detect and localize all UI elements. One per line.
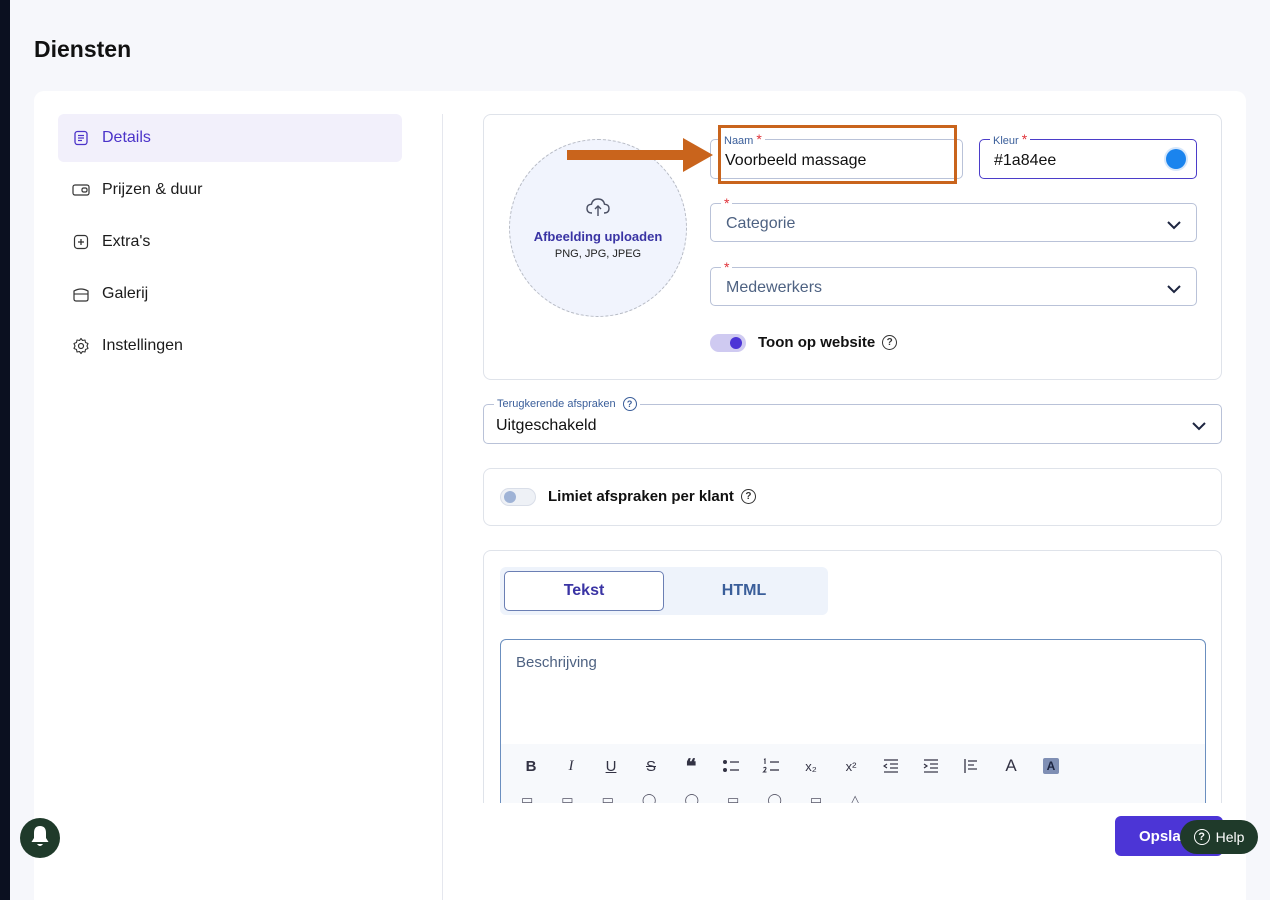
plus-square-icon — [72, 233, 90, 251]
toggle-knob — [504, 491, 516, 503]
help-button[interactable]: ? Help — [1180, 820, 1258, 854]
notifications-button[interactable] — [20, 818, 60, 858]
bullet-list-button[interactable] — [711, 752, 751, 780]
medewerkers-select[interactable]: * Medewerkers — [710, 260, 1197, 306]
bold-button[interactable]: B — [511, 752, 551, 780]
color-swatch[interactable] — [1166, 149, 1186, 169]
highlight-button[interactable]: A — [1031, 752, 1071, 780]
sidebar-item-instellingen[interactable]: Instellingen — [58, 322, 402, 370]
description-placeholder: Beschrijving — [516, 654, 597, 671]
sidebar-item-label: Details — [102, 129, 151, 146]
help-label: Help — [1215, 829, 1245, 845]
terugkerende-afspraken-select[interactable]: Terugkerende afspraken ? Uitgeschakeld — [483, 397, 1222, 444]
help-circle-icon[interactable]: ? — [622, 397, 637, 411]
toolbar-tool-icon[interactable]: ▭ — [810, 792, 822, 803]
upload-title: Afbeelding uploaden — [533, 229, 663, 244]
categorie-select[interactable]: * Categorie — [710, 196, 1197, 242]
editor-tabs: Tekst HTML — [500, 567, 828, 615]
gear-icon — [72, 337, 90, 355]
terugkerende-value: Uitgeschakeld — [496, 417, 597, 434]
chevron-down-icon — [1191, 418, 1207, 436]
subscript-button[interactable]: x₂ — [791, 752, 831, 780]
toolbar-tool-icon[interactable]: ◯ — [684, 792, 699, 803]
gallery-icon — [72, 285, 90, 303]
toggle-knob — [730, 337, 742, 349]
toolbar-tool-icon[interactable]: ▭ — [561, 792, 573, 803]
kleur-value: #1a84ee — [994, 152, 1057, 169]
strikethrough-button[interactable]: S — [631, 752, 671, 780]
column-divider — [442, 114, 443, 900]
align-left-icon — [964, 759, 977, 773]
quote-button[interactable]: ❝ — [671, 752, 711, 780]
toon-op-website-label: Toon op website ? — [758, 334, 898, 351]
font-color-button[interactable]: A — [991, 752, 1031, 780]
description-panel: Tekst HTML Beschrijving B I U S ❝ x₂ x² … — [483, 550, 1222, 803]
help-circle-icon: ? — [1193, 829, 1210, 845]
editor-toolbar-row-2: ▭ ▭ ▭ ◯ ◯ ▭ ◯ ▭ △ — [501, 788, 1205, 803]
cloud-upload-icon — [585, 196, 611, 223]
chevron-down-icon — [1166, 217, 1182, 235]
sidebar-item-prijzen[interactable]: Prijzen & duur — [58, 166, 402, 214]
sidebar-item-label: Galerij — [102, 285, 149, 302]
ordered-list-icon — [762, 758, 779, 773]
description-editor[interactable]: Beschrijving B I U S ❝ x₂ x² A A ▭ ▭ ▭ ◯… — [500, 639, 1206, 803]
indent-button[interactable] — [911, 752, 951, 780]
italic-button[interactable]: I — [551, 752, 591, 780]
terugkerende-label: Terugkerende afspraken ? — [494, 397, 640, 411]
help-circle-icon[interactable]: ? — [882, 335, 898, 350]
help-circle-icon[interactable]: ? — [740, 489, 756, 504]
limiet-panel: Limiet afspraken per klant ? — [483, 468, 1222, 526]
indent-icon — [923, 759, 938, 773]
annotation-arrow-icon — [567, 138, 713, 172]
bullet-list-icon — [723, 760, 739, 772]
toolbar-tool-icon[interactable]: ▭ — [602, 792, 614, 803]
wallet-icon — [72, 181, 90, 199]
outdent-button[interactable] — [871, 752, 911, 780]
toolbar-tool-icon[interactable]: ▭ — [521, 792, 533, 803]
categorie-required: * — [721, 196, 733, 212]
toolbar-tool-icon[interactable]: ◯ — [767, 792, 782, 803]
toolbar-tool-icon[interactable]: △ — [850, 792, 860, 803]
required-asterisk: * — [1021, 131, 1028, 147]
outdent-icon — [883, 759, 898, 773]
sidebar-item-details[interactable]: Details — [58, 114, 402, 162]
align-left-button[interactable] — [951, 752, 991, 780]
superscript-button[interactable]: x² — [831, 752, 871, 780]
ordered-list-button[interactable] — [751, 752, 791, 780]
toon-op-website-toggle[interactable] — [710, 334, 746, 352]
limiet-toggle[interactable] — [500, 488, 536, 506]
sidebar: Details Prijzen & duur Extra's Galerij I… — [58, 114, 402, 374]
medewerkers-placeholder: Medewerkers — [726, 279, 823, 296]
tab-html[interactable]: HTML — [664, 571, 824, 611]
annotation-highlight-box — [718, 125, 957, 184]
tab-tekst[interactable]: Tekst — [504, 571, 664, 611]
kleur-field[interactable]: Kleur * #1a84ee — [979, 132, 1197, 179]
document-icon — [72, 129, 90, 147]
sidebar-item-label: Extra's — [102, 233, 151, 250]
upload-formats: PNG, JPG, JPEG — [554, 248, 642, 260]
sidebar-item-label: Instellingen — [102, 337, 183, 354]
sidebar-item-galerij[interactable]: Galerij — [58, 270, 402, 318]
limiet-label: Limiet afspraken per klant ? — [548, 488, 756, 505]
medewerkers-required: * — [721, 260, 733, 276]
service-card: Details Prijzen & duur Extra's Galerij I… — [34, 91, 1246, 900]
left-edge-bar — [0, 0, 10, 900]
toolbar-tool-icon[interactable]: ▭ — [727, 792, 739, 803]
underline-button[interactable]: U — [591, 752, 631, 780]
sidebar-item-label: Prijzen & duur — [102, 181, 203, 198]
page-title: Diensten — [34, 36, 132, 62]
toolbar-tool-icon[interactable]: ◯ — [642, 792, 657, 803]
editor-toolbar: B I U S ❝ x₂ x² A A ▭ ▭ ▭ ◯ ◯ ▭ ◯ ▭ △ — [501, 744, 1205, 803]
sidebar-item-extras[interactable]: Extra's — [58, 218, 402, 266]
categorie-placeholder: Categorie — [726, 215, 796, 232]
bell-icon — [29, 824, 51, 853]
highlight-icon: A — [1043, 758, 1059, 774]
kleur-label: Kleur * — [990, 131, 1031, 148]
chevron-down-icon — [1166, 281, 1182, 299]
